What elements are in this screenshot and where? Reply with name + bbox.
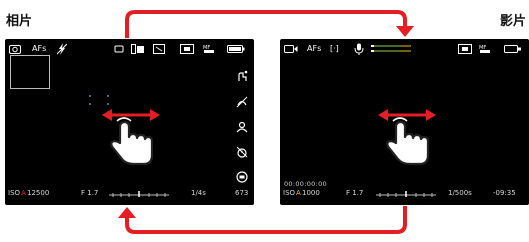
wb-icon: MF [203, 43, 215, 55]
iso-label: ISO [8, 189, 21, 197]
exposure-scale [376, 191, 436, 197]
iso-auto-letter: A [296, 189, 301, 197]
iso-label: ISO [283, 189, 296, 197]
shutter-value: 1/500s [448, 189, 472, 197]
face-detect-icon [236, 118, 248, 137]
remaining-time: -09:35 [493, 189, 516, 197]
photo-top-bar: AFs MF [5, 43, 254, 55]
sd-card-icon [504, 43, 522, 55]
video-camera-icon [284, 43, 298, 55]
timer-icon [236, 143, 248, 162]
aperture-value: F 1.7 [346, 189, 364, 197]
microphone-icon [354, 43, 364, 55]
timecode: 00:00:00:00 [284, 180, 327, 188]
hand-swipe-icon [102, 109, 160, 166]
focus-points [89, 95, 109, 105]
shutter-value: 1/4s [191, 189, 206, 197]
aperture-value: F 1.7 [81, 189, 99, 197]
iso-value: 1000 [302, 189, 320, 197]
af-field-frame [10, 55, 50, 89]
metering-icon [458, 43, 472, 55]
touch-af-icon [236, 67, 248, 86]
af-mode-text: AFs [32, 44, 47, 53]
hand-swipe-icon [378, 109, 436, 166]
af-field-text: [·] [330, 44, 339, 53]
battery-icon [227, 43, 245, 55]
switch-arrow-top-icon [125, 10, 414, 38]
jpg-format-icon [236, 168, 248, 187]
photo-live-view-screen[interactable]: AFs MF ISO A 12500 F 1.7 1/4s 673 [5, 39, 254, 205]
drive-mode-icon [131, 43, 145, 55]
flash-off-icon [57, 43, 67, 55]
double-arrow-icon [102, 109, 160, 121]
exposure-scale [109, 191, 169, 197]
frames-remaining: 673 [235, 189, 249, 197]
video-bottom-bar: ISO A 1000 F 1.7 1/500s -09:35 [280, 189, 529, 199]
focus-box-icon [114, 43, 124, 55]
iso-auto-letter: A [21, 189, 26, 197]
wb-icon: MF [479, 43, 491, 55]
video-top-bar: AFs [·] MF [280, 43, 529, 55]
photo-bottom-bar: ISO A 12500 F 1.7 1/4s 673 [5, 189, 254, 199]
iso-value: 12500 [27, 189, 50, 197]
video-live-view-screen[interactable]: AFs [·] MF 00:00:00:00 ISO A 1000 F 1.7 … [280, 39, 529, 205]
stabilization-icon [236, 93, 248, 112]
audio-level-icon [371, 43, 415, 55]
af-mode-text: AFs [307, 44, 322, 53]
exposure-mode-icon [153, 43, 165, 55]
camera-mode-icon [9, 43, 21, 55]
double-arrow-icon [378, 109, 436, 121]
switch-arrow-bottom-icon [118, 206, 407, 234]
metering-icon [180, 43, 194, 55]
